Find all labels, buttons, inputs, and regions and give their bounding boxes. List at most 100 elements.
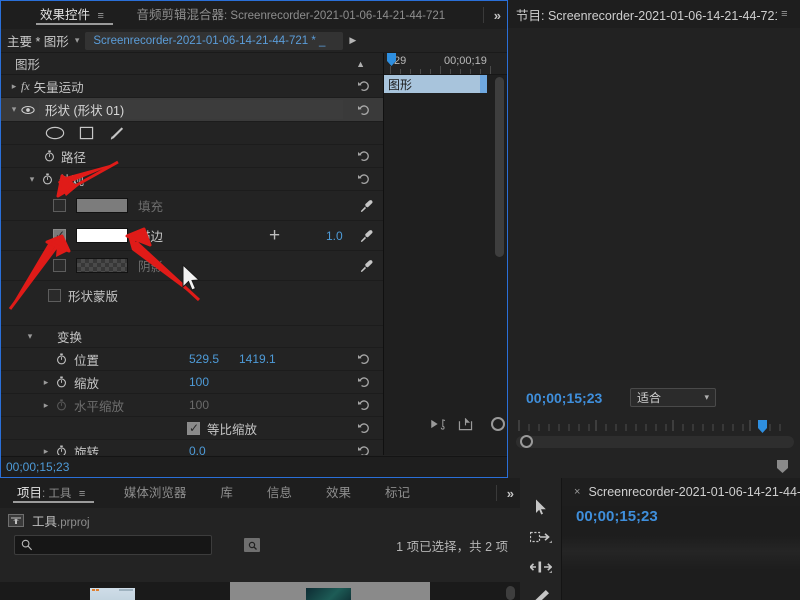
- add-stroke-button[interactable]: +: [269, 226, 280, 245]
- razor-tool[interactable]: [520, 582, 562, 600]
- param-row-path[interactable]: 路径: [1, 145, 383, 168]
- tab-effects[interactable]: 效果: [317, 478, 360, 508]
- eye-icon[interactable]: [21, 105, 35, 115]
- project-item-2[interactable]: [230, 582, 430, 600]
- timeline-clip-area[interactable]: [562, 536, 800, 570]
- project-item-1[interactable]: [15, 582, 230, 600]
- chevron-down-icon[interactable]: [7, 104, 21, 115]
- stroke-color-swatch[interactable]: [76, 228, 128, 243]
- effect-controls-timecode[interactable]: 00;00;15;23: [6, 460, 69, 474]
- panel-menu-icon[interactable]: ≡: [98, 2, 109, 30]
- play-icon[interactable]: ▶: [349, 35, 356, 46]
- reset-icon[interactable]: [357, 421, 371, 435]
- pen-tool-icon[interactable]: [108, 126, 125, 141]
- stopwatch-icon[interactable]: [41, 150, 57, 162]
- chevron-right-icon[interactable]: [7, 81, 21, 92]
- position-x-value[interactable]: 529.5: [189, 352, 219, 366]
- chevron-down-icon[interactable]: [25, 174, 39, 185]
- chevron-down-icon[interactable]: [23, 331, 37, 342]
- project-file-name[interactable]: 工具.prproj: [32, 511, 90, 530]
- reset-icon[interactable]: [357, 444, 371, 455]
- timeline-sequence-tab[interactable]: × Screenrecorder-2021-01-06-14-21-44-721: [562, 478, 800, 506]
- close-icon[interactable]: ×: [574, 486, 580, 498]
- chevron-right-icon[interactable]: [39, 400, 53, 411]
- stopwatch-icon[interactable]: [53, 399, 69, 411]
- param-row-shape[interactable]: 形状 (形状 01): [1, 98, 383, 122]
- stopwatch-icon[interactable]: [53, 376, 69, 388]
- tab-info[interactable]: 信息: [258, 478, 301, 508]
- timeline-zoom-handle-right[interactable]: [491, 417, 505, 431]
- project-item-grid[interactable]: [0, 582, 520, 600]
- filter-bin-icon[interactable]: [244, 538, 260, 552]
- param-row-fill[interactable]: 填充: [1, 191, 383, 221]
- eyedropper-icon[interactable]: [360, 199, 373, 213]
- reset-icon[interactable]: [357, 103, 371, 117]
- timeline-timecode[interactable]: 00;00;15;23: [576, 508, 658, 525]
- effect-controls-ruler[interactable]: 29 00;00;19: [384, 53, 507, 75]
- play-audio-icon[interactable]: [431, 419, 448, 430]
- stroke-width-value[interactable]: 1.0: [326, 229, 343, 243]
- param-row-position[interactable]: 位置 529.5 1419.1: [1, 348, 383, 371]
- reset-icon[interactable]: [357, 172, 371, 186]
- timeline-clip-graphic[interactable]: 图形: [384, 75, 487, 93]
- selected-clip-name[interactable]: Screenrecorder-2021-01-06-14-21-44-721 *…: [85, 32, 343, 50]
- panel-menu-icon[interactable]: ≡: [79, 479, 90, 509]
- param-row-stroke[interactable]: 描边 + 1.0: [1, 221, 383, 251]
- stroke-checkbox[interactable]: [53, 229, 66, 242]
- project-vertical-scrollbar[interactable]: [506, 586, 515, 600]
- tabbar-overflow-icon[interactable]: »: [501, 486, 520, 501]
- ellipse-tool-icon[interactable]: [45, 126, 65, 140]
- tab-effect-controls[interactable]: 效果控件 ≡: [31, 1, 118, 29]
- reset-icon[interactable]: [357, 398, 371, 412]
- navigate-up-icon[interactable]: [8, 514, 24, 527]
- param-row-shadow[interactable]: 阴影: [1, 251, 383, 281]
- param-row-transform[interactable]: 变换: [1, 325, 383, 348]
- program-monitor-ruler[interactable]: [518, 420, 792, 434]
- shape-name-field[interactable]: 形状 (形状 01): [39, 100, 343, 119]
- track-select-forward-tool[interactable]: [520, 522, 562, 552]
- stopwatch-icon[interactable]: [39, 173, 55, 185]
- collapse-icon[interactable]: ▲: [356, 59, 377, 69]
- program-monitor-timecode[interactable]: 00;00;15;23: [526, 390, 602, 406]
- tab-media-browser[interactable]: 媒体浏览器: [115, 478, 196, 508]
- rotation-value[interactable]: 0.0: [189, 444, 206, 455]
- zoom-level-dropdown[interactable]: 适合 ▾: [630, 388, 716, 407]
- selection-tool[interactable]: [520, 492, 562, 522]
- program-monitor-video-area[interactable]: [508, 28, 800, 380]
- fill-color-swatch[interactable]: [76, 198, 128, 213]
- panel-menu-icon[interactable]: ≡: [781, 8, 792, 20]
- reset-icon[interactable]: [357, 79, 371, 93]
- tabbar-overflow-icon[interactable]: »: [488, 8, 507, 23]
- scale-value[interactable]: 100: [189, 375, 209, 389]
- tab-libraries[interactable]: 库: [211, 478, 242, 508]
- reset-icon[interactable]: [357, 352, 371, 366]
- chevron-right-icon[interactable]: [39, 377, 53, 388]
- shape-mask-checkbox[interactable]: [48, 289, 61, 302]
- rectangle-tool-icon[interactable]: [79, 126, 94, 140]
- ripple-edit-tool[interactable]: [520, 552, 562, 582]
- reset-icon[interactable]: [357, 149, 371, 163]
- shadow-color-swatch[interactable]: [76, 258, 128, 273]
- position-y-value[interactable]: 1419.1: [239, 352, 276, 366]
- program-monitor-scrollbar[interactable]: [516, 436, 794, 448]
- out-point-marker[interactable]: [777, 460, 788, 473]
- chevron-down-icon[interactable]: ▾: [75, 35, 80, 46]
- tab-audio-clip-mixer[interactable]: 音频剪辑混合器: Screenrecorder-2021-01-06-14-21…: [128, 1, 455, 29]
- stopwatch-icon[interactable]: [53, 353, 69, 365]
- param-row-rotation[interactable]: 旋转 0.0: [1, 440, 383, 455]
- timeline-clip-end-handle[interactable]: [480, 75, 487, 93]
- uniform-scale-checkbox[interactable]: [187, 422, 200, 435]
- param-row-shape-mask[interactable]: 形状蒙版: [1, 281, 383, 309]
- fill-checkbox[interactable]: [53, 199, 66, 212]
- chevron-right-icon[interactable]: [39, 446, 53, 456]
- param-row-uniform-scale[interactable]: 等比缩放: [1, 417, 383, 440]
- scrollbar-left-handle[interactable]: [520, 435, 533, 448]
- export-frame-icon[interactable]: [458, 418, 473, 431]
- stopwatch-icon[interactable]: [53, 445, 69, 455]
- effect-controls-vertical-scrollbar[interactable]: [495, 77, 504, 257]
- tab-project[interactable]: 项目: 工具 ≡: [8, 478, 99, 508]
- search-input-container[interactable]: [14, 535, 212, 555]
- tab-markers[interactable]: 标记: [376, 478, 419, 508]
- param-row-scale[interactable]: 缩放 100: [1, 371, 383, 394]
- reset-icon[interactable]: [357, 375, 371, 389]
